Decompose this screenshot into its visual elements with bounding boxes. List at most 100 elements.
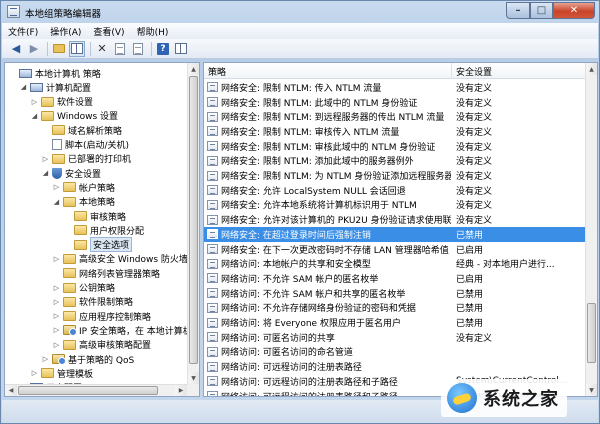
- collapse-arrow-icon[interactable]: ◢: [52, 197, 61, 206]
- policy-row[interactable]: 网络安全: 限制 NTLM: 到远程服务器的传出 NTLM 流量 没有定义: [204, 109, 587, 124]
- policy-row[interactable]: 网络安全: 在超过登录时间后强制注销 已禁用: [204, 227, 587, 242]
- tree-item-label: 域名解析策略: [68, 126, 123, 137]
- menu-action[interactable]: 操作(A): [50, 25, 81, 38]
- tree-item[interactable]: ▷ 高级安全 Windows 防火墙: [5, 252, 188, 266]
- policy-row[interactable]: 网络访问: 将 Everyone 权限应用于匿名用户 已禁用: [204, 315, 587, 330]
- policy-row[interactable]: 网络访问: 不允许存储网络身份验证的密码和凭据 已禁用: [204, 301, 587, 316]
- tree-item[interactable]: ▷ 已部署的打印机: [5, 152, 131, 166]
- maximize-button[interactable]: □: [530, 2, 553, 19]
- policy-security-setting: 已启用: [456, 274, 484, 285]
- tree-item[interactable]: 脚本(启动/关机): [5, 138, 129, 152]
- menu-help[interactable]: 帮助(H): [137, 25, 169, 38]
- tree-pane: 本地计算机 策略 ◢ 计算机配置 ▷ 软件设置 ◢ Windows 设置域名解析策略 脚本(启…: [4, 62, 200, 397]
- tree-item[interactable]: 用户权限分配: [5, 223, 144, 237]
- list-scroll-thumb[interactable]: [587, 303, 596, 363]
- tree-item-label: 公钥策略: [79, 284, 116, 294]
- policy-row[interactable]: 网络安全: 允许本地系统将计算机标识用于 NTLM 没有定义: [204, 198, 587, 213]
- policy-row[interactable]: 网络访问: 不允许 SAM 帐户的匿名枚举 已启用: [204, 271, 587, 286]
- tree-item[interactable]: ▷ 帐户策略: [5, 180, 115, 194]
- policy-row[interactable]: 网络安全: 允许对该计算机的 PKU2U 身份验证请求使用联... 没有定义: [204, 212, 587, 227]
- policy-row[interactable]: 网络访问: 可远程访问的注册表路径: [204, 359, 587, 374]
- menu-file[interactable]: 文件(F): [8, 25, 38, 38]
- tree-item[interactable]: ▷ IP 安全策略，在 本地计算机: [5, 323, 192, 337]
- policy-row[interactable]: 网络安全: 限制 NTLM: 传入 NTLM 流量 没有定义: [204, 80, 587, 95]
- policy-security-setting: 已启用: [456, 245, 484, 256]
- policy-row[interactable]: 网络访问: 可匿名访问的命名管道: [204, 345, 587, 360]
- show-hide-tree-icon[interactable]: [69, 40, 85, 57]
- collapse-arrow-icon[interactable]: ◢: [30, 111, 39, 120]
- tree-item[interactable]: ◢ Windows 设置: [5, 109, 118, 123]
- tree-scroll-thumb[interactable]: [189, 76, 198, 364]
- collapse-arrow-icon[interactable]: ◢: [19, 83, 28, 92]
- policy-setting-icon: [207, 97, 218, 108]
- policy-row[interactable]: 网络访问: 可匿名访问的共享 没有定义: [204, 330, 587, 345]
- policy-setting-icon: [207, 258, 218, 269]
- tree-hscroll-thumb[interactable]: [18, 386, 158, 395]
- policy-row[interactable]: 网络安全: 限制 NTLM: 添加此域中的服务器例外 没有定义: [204, 154, 587, 169]
- policy-row[interactable]: 网络安全: 限制 NTLM: 为 NTLM 身份验证添加远程服务器... 没有定义: [204, 168, 587, 183]
- tree-item[interactable]: ◢ 计算机配置: [5, 80, 91, 94]
- minimize-button[interactable]: –: [506, 2, 530, 19]
- tree-item[interactable]: ▷ 软件设置: [5, 95, 93, 109]
- expand-arrow-icon[interactable]: ▷: [30, 369, 39, 378]
- expand-arrow-icon[interactable]: ▷: [41, 355, 50, 364]
- tree-item[interactable]: ▷ 高级审核策略配置: [5, 338, 151, 352]
- up-folder-icon[interactable]: [51, 41, 67, 57]
- policy-row[interactable]: 网络安全: 限制 NTLM: 审核传入 NTLM 流量 没有定义: [204, 124, 587, 139]
- tree-item[interactable]: ▷ 应用程序控制策略: [5, 309, 151, 323]
- tree-vertical-scrollbar[interactable]: ▲ ▼: [187, 63, 199, 396]
- policy-security-setting: 经典 - 对本地用户进行...: [456, 260, 555, 271]
- policy-row[interactable]: 网络访问: 本地帐户的共享和安全模型 经典 - 对本地用户进行...: [204, 256, 587, 271]
- column-header-security-setting[interactable]: 安全设置: [452, 63, 587, 79]
- scroll-left-icon[interactable]: ◀: [5, 385, 17, 396]
- policy-name: 网络安全: 允许本地系统将计算机标识用于 NTLM: [221, 201, 417, 212]
- policy-row[interactable]: 网络访问: 不允许 SAM 帐户和共享的匿名枚举 已禁用: [204, 286, 587, 301]
- tree-item[interactable]: ▷ 公钥策略: [5, 281, 115, 295]
- expand-arrow-icon[interactable]: ▷: [52, 326, 61, 335]
- expand-arrow-icon[interactable]: ▷: [52, 297, 61, 306]
- tree-item[interactable]: 域名解析策略: [5, 123, 122, 137]
- collapse-arrow-icon[interactable]: ◢: [41, 169, 50, 178]
- policy-row[interactable]: 网络安全: 限制 NTLM: 审核此域中的 NTLM 身份验证 没有定义: [204, 139, 587, 154]
- tree-item-label: 脚本(启动/关机): [65, 141, 130, 151]
- tree-item[interactable]: 本地计算机 策略: [5, 66, 101, 80]
- tree-item[interactable]: 安全选项: [5, 237, 133, 253]
- tree-item[interactable]: ▷ 软件限制策略: [5, 295, 133, 309]
- tree-horizontal-scrollbar[interactable]: ◀ ▶: [5, 384, 188, 396]
- tree-item[interactable]: 审核策略: [5, 209, 126, 223]
- scroll-right-icon[interactable]: ▶: [175, 385, 187, 396]
- menu-view[interactable]: 查看(V): [93, 25, 124, 38]
- forward-arrow-icon[interactable]: ▶: [26, 41, 42, 57]
- tree-item[interactable]: ▷ 基于策略的 QoS: [5, 352, 134, 366]
- tree-item[interactable]: 网络列表管理器策略: [5, 266, 160, 280]
- expand-arrow-icon[interactable]: ▷: [52, 254, 61, 263]
- expand-arrow-icon[interactable]: ▷: [52, 312, 61, 321]
- expand-arrow-icon[interactable]: ▷: [30, 97, 39, 106]
- expand-arrow-icon[interactable]: ▷: [52, 340, 61, 349]
- back-arrow-icon[interactable]: ◀: [8, 41, 24, 57]
- expand-arrow-icon[interactable]: ▷: [52, 183, 61, 192]
- help-icon[interactable]: ?: [155, 41, 171, 57]
- show-action-pane-icon[interactable]: [173, 41, 189, 57]
- column-header-policy[interactable]: 策略: [204, 63, 452, 79]
- scroll-up-icon[interactable]: ▲: [188, 63, 199, 75]
- scroll-down-icon[interactable]: ▼: [586, 384, 597, 396]
- scroll-down-icon[interactable]: ▼: [188, 372, 199, 384]
- expand-arrow-icon[interactable]: ▷: [52, 283, 61, 292]
- export-list-icon[interactable]: [130, 41, 146, 57]
- expand-arrow-icon[interactable]: ▷: [41, 154, 50, 163]
- scroll-up-icon[interactable]: ▲: [586, 63, 597, 75]
- properties-icon[interactable]: [112, 41, 128, 57]
- title-bar[interactable]: 本地组策略编辑器 – □ ✕: [1, 1, 599, 23]
- policy-row[interactable]: 网络安全: 允许 LocalSystem NULL 会话回退 没有定义: [204, 183, 587, 198]
- policy-row[interactable]: 网络安全: 在下一次更改密码时不存储 LAN 管理器哈希值 已启用: [204, 242, 587, 257]
- close-button[interactable]: ✕: [553, 2, 595, 19]
- caption-buttons: – □ ✕: [506, 2, 595, 19]
- tree-item[interactable]: ◢ 安全设置: [5, 166, 101, 180]
- policy-row[interactable]: 网络安全: 限制 NTLM: 此域中的 NTLM 身份验证 没有定义: [204, 95, 587, 110]
- list-vertical-scrollbar[interactable]: ▲ ▼: [585, 63, 597, 396]
- tree-item[interactable]: ▷ 管理模板: [5, 366, 93, 380]
- tree-item[interactable]: ◢ 本地策略: [5, 195, 115, 209]
- delete-icon[interactable]: ✕: [94, 41, 110, 57]
- policy-security-setting: 没有定义: [456, 113, 493, 124]
